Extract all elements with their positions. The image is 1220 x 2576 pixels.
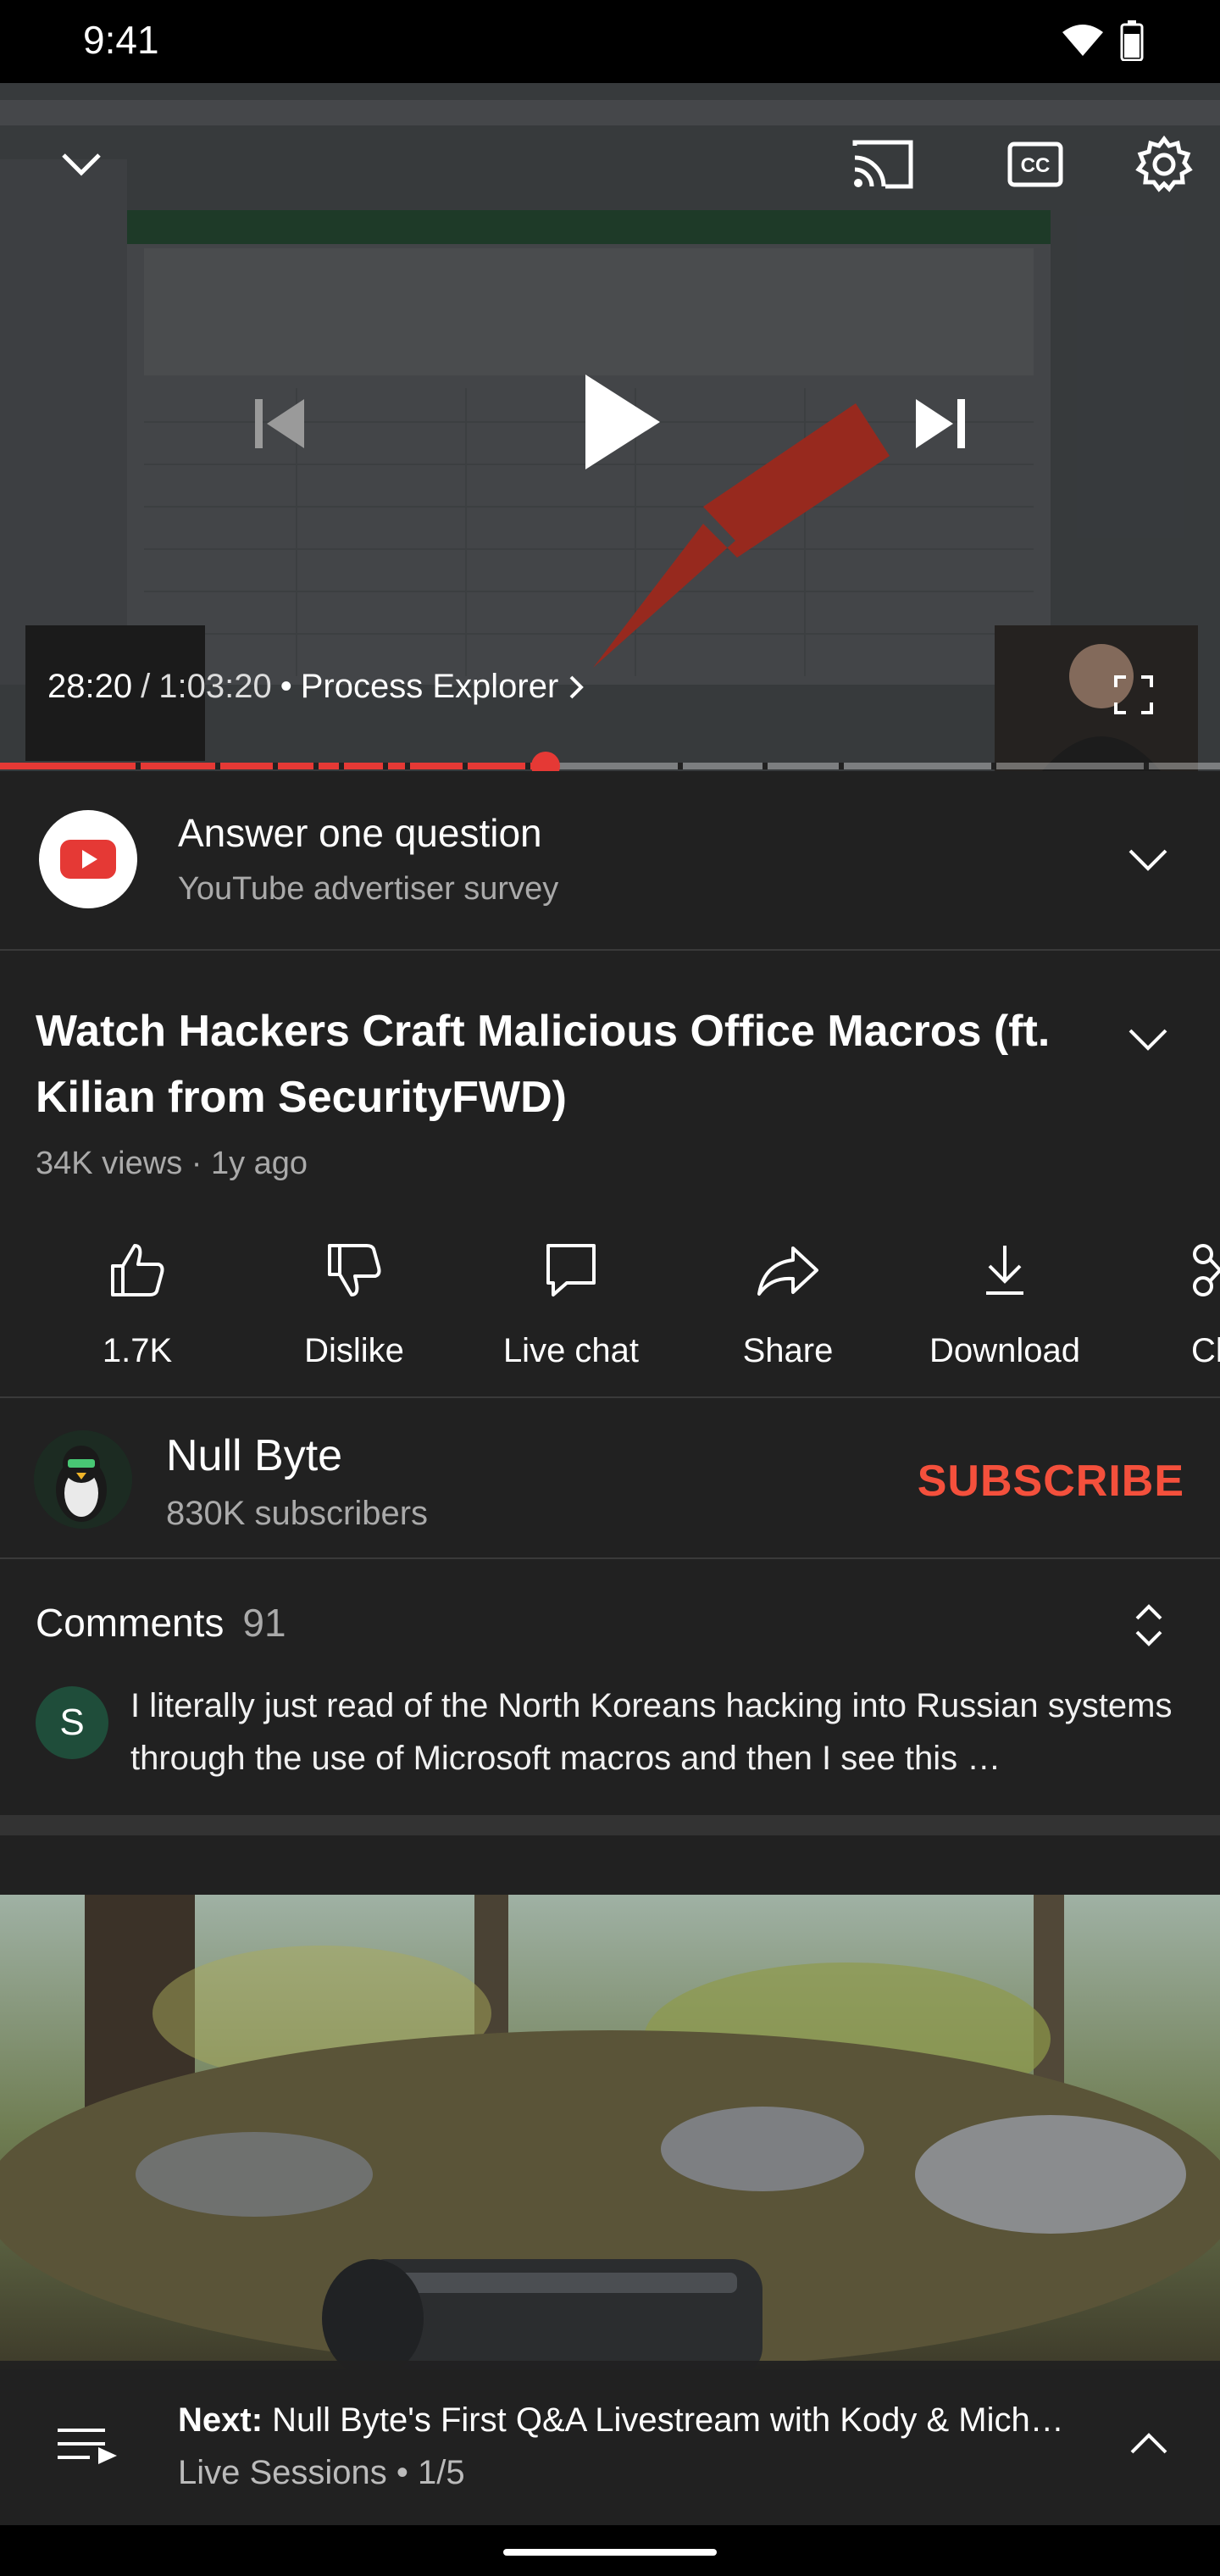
penguin-logo — [34, 1430, 132, 1529]
chevron-up-icon[interactable] — [1128, 2432, 1169, 2456]
play-button[interactable] — [559, 363, 678, 481]
status-bar: 9:41 — [0, 0, 1220, 83]
svg-text:CC: CC — [1021, 154, 1051, 177]
ad-image[interactable] — [0, 1895, 1220, 2369]
share-label: Share — [742, 1332, 834, 1369]
channel-avatar[interactable] — [34, 1430, 132, 1529]
chapter-markers — [136, 763, 1149, 769]
live-chat-label: Live chat — [502, 1332, 640, 1369]
status-time: 9:41 — [83, 18, 159, 62]
expand-description-icon[interactable] — [1127, 1027, 1169, 1052]
expand-comments-icon[interactable] — [1134, 1603, 1164, 1647]
clip-label: Cl — [1191, 1332, 1220, 1369]
comment-author-avatar: S — [36, 1686, 108, 1759]
next-title: Null Byte's First Q&A Livestream with Ko… — [272, 2401, 1064, 2439]
share-icon — [757, 1246, 818, 1296]
time-display: 28:20 / 1:03:20 • Process Explorer — [47, 668, 585, 706]
wifi-icon — [1062, 25, 1103, 56]
fullscreen-button[interactable] — [1101, 663, 1166, 727]
survey-title: Answer one question — [178, 811, 542, 855]
dislike-button[interactable]: Dislike — [252, 1232, 456, 1370]
speaker-forest-photo — [0, 1895, 1220, 2369]
time-separator: / — [141, 668, 151, 705]
download-icon — [986, 1246, 1023, 1295]
video-info: Watch Hackers Craft Malicious Office Mac… — [0, 952, 1220, 1398]
comments-section[interactable]: Comments 91 S I literally just read of th… — [0, 1561, 1220, 1815]
next-prefix: Next: — [178, 2401, 263, 2439]
system-nav-bar — [0, 2525, 1220, 2576]
next-up-bar[interactable]: Next: Null Byte's First Q&A Livestream w… — [0, 2361, 1220, 2525]
gear-icon — [1135, 135, 1193, 192]
live-chat-button[interactable]: Live chat — [469, 1232, 673, 1370]
action-bar: 1.7K Dislike Live chat Share Download Cl — [0, 1232, 1220, 1376]
skip-next-icon — [916, 399, 965, 448]
survey-card[interactable]: Answer one question YouTube advertiser s… — [0, 771, 1220, 951]
dislike-label: Dislike — [304, 1332, 404, 1369]
thumbs-down-icon — [328, 1244, 381, 1296]
chevron-right-icon — [569, 675, 585, 698]
section-divider — [0, 1815, 1220, 1835]
chevron-down-icon[interactable] — [1127, 847, 1169, 873]
playlist-icon[interactable] — [56, 2425, 119, 2466]
captions-button[interactable]: CC — [1000, 129, 1071, 200]
collapse-button[interactable] — [51, 134, 112, 195]
chapter-button[interactable]: Process Explorer — [301, 668, 585, 706]
chevron-down-icon — [62, 153, 101, 176]
download-label: Download — [929, 1332, 1080, 1369]
channel-row[interactable]: Null Byte 830K subscribers SUBSCRIBE — [0, 1400, 1220, 1559]
clip-button[interactable]: Cl — [1120, 1232, 1220, 1370]
like-count: 1.7K — [102, 1332, 173, 1369]
video-title[interactable]: Watch Hackers Craft Malicious Office Mac… — [36, 998, 1052, 1130]
seek-bar[interactable] — [0, 752, 1220, 771]
previous-button[interactable] — [237, 381, 322, 466]
duration: 1:03:20 — [158, 668, 272, 705]
clip-icon — [1193, 1244, 1220, 1296]
comment-text: I literally just read of the North Korea… — [130, 1687, 1173, 1777]
chapter-label: Process Explorer — [300, 668, 559, 705]
play-icon — [585, 375, 660, 469]
chapter-dot: • — [280, 668, 292, 705]
comments-label: Comments — [36, 1601, 225, 1645]
survey-subtitle: YouTube advertiser survey — [178, 871, 559, 907]
channel-name: Null Byte — [166, 1431, 343, 1480]
comments-header: Comments 91 — [36, 1600, 286, 1646]
live-chat-icon — [546, 1244, 596, 1296]
status-icons — [1061, 20, 1144, 61]
comments-count: 91 — [242, 1601, 286, 1645]
channel-subscribers: 830K subscribers — [166, 1495, 429, 1532]
cast-button[interactable] — [847, 129, 918, 200]
subscribe-button[interactable]: SUBSCRIBE — [918, 1456, 1184, 1507]
home-gesture-handle[interactable] — [503, 2549, 717, 2556]
share-button[interactable]: Share — [686, 1232, 890, 1370]
video-player[interactable]: CC 28:20 / 1:03:20 • Process Explorer — [0, 83, 1220, 771]
cast-icon — [852, 140, 913, 189]
download-button[interactable]: Download — [903, 1232, 1106, 1370]
next-playlist: Live Sessions • 1/5 — [178, 2454, 465, 2491]
next-video-button[interactable] — [898, 381, 983, 466]
next-video-title: Next: Null Byte's First Q&A Livestream w… — [178, 2401, 1110, 2440]
settings-button[interactable] — [1128, 129, 1200, 200]
youtube-logo — [39, 810, 137, 908]
fullscreen-icon — [1114, 675, 1153, 714]
thumbs-up-icon — [111, 1244, 164, 1296]
closed-captions-icon: CC — [1007, 142, 1063, 187]
battery-icon — [1120, 20, 1144, 61]
like-button[interactable]: 1.7K — [36, 1232, 239, 1370]
current-time: 28:20 — [47, 668, 133, 705]
video-meta: 34K views · 1y ago — [36, 1146, 308, 1181]
skip-previous-icon — [255, 399, 304, 448]
youtube-icon — [60, 840, 116, 879]
